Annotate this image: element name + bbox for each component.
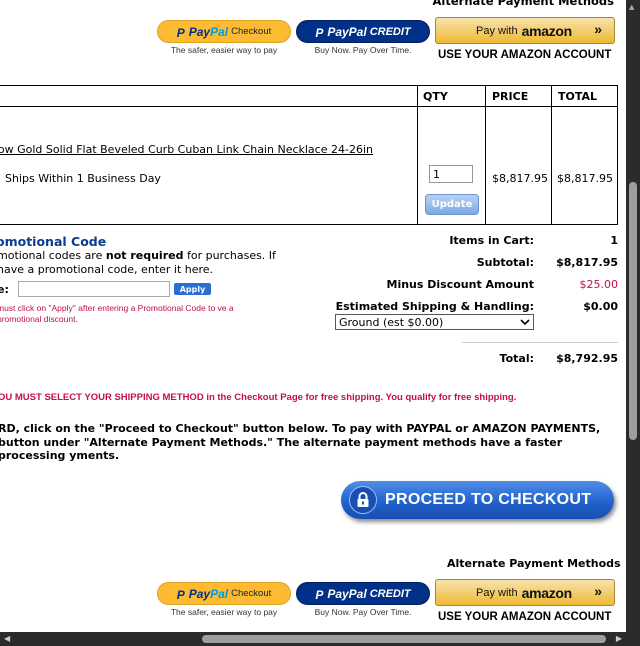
subtotal-label: Subtotal: bbox=[476, 256, 534, 269]
double-chevron-right-icon: » bbox=[594, 21, 602, 37]
amazon-pay-button[interactable]: Pay with amazon » bbox=[435, 17, 615, 44]
amazon-pay-prefix: Pay with bbox=[476, 24, 518, 37]
horizontal-scrollbar[interactable]: ◀ ▶ bbox=[0, 632, 626, 646]
discount-value: $25.00 bbox=[579, 278, 619, 291]
header-divider bbox=[0, 106, 617, 107]
paypal-checkout-label: Checkout bbox=[231, 26, 272, 37]
payment-row-top: P PayPal Checkout The safer, easier way … bbox=[0, 17, 626, 61]
paypal-p-icon: P bbox=[176, 587, 185, 602]
paypal-credit-brand: PayPal bbox=[327, 24, 367, 39]
paypal-brand: PayPal bbox=[188, 24, 229, 39]
paypal-brand: PayPal bbox=[188, 586, 229, 601]
amazon-logo: amazon bbox=[521, 584, 573, 601]
paypal-checkout-sub: The safer, easier way to pay bbox=[170, 607, 278, 617]
proceed-to-checkout-button[interactable]: PROCEED TO CHECKOUT bbox=[341, 481, 614, 519]
discount-label: Minus Discount Amount bbox=[386, 278, 535, 291]
shipping-time: Ships Within 1 Business Day bbox=[5, 172, 161, 185]
paypal-credit-sub: Buy Now. Pay Over Time. bbox=[314, 45, 412, 55]
page-viewport: Alternate Payment Methods P PayPal Check… bbox=[0, 0, 626, 632]
scroll-up-icon[interactable]: ▲ bbox=[629, 3, 634, 11]
amazon-pay-button[interactable]: Pay with amazon » bbox=[435, 579, 615, 606]
quantity-input[interactable] bbox=[429, 165, 473, 183]
paypal-credit-button[interactable]: P PayPal CREDIT bbox=[296, 582, 430, 605]
paypal-p-icon: P bbox=[315, 587, 324, 602]
chevron-down-icon bbox=[520, 315, 530, 332]
payment-row-bottom: P PayPal Checkout The safer, easier way … bbox=[0, 579, 626, 623]
double-chevron-right-icon: » bbox=[594, 583, 602, 599]
lock-icon bbox=[349, 486, 377, 514]
shipping-label: Estimated Shipping & Handling: bbox=[335, 300, 534, 313]
horizontal-scroll-thumb[interactable] bbox=[202, 635, 606, 643]
summary-divider bbox=[462, 342, 618, 343]
apply-button[interactable]: Apply bbox=[174, 283, 211, 295]
product-link[interactable]: ellow Gold Solid Flat Beveled Curb Cuban… bbox=[0, 143, 373, 156]
item-price: $8,817.95 bbox=[492, 172, 548, 185]
vertical-scrollbar[interactable]: ▲ bbox=[626, 0, 640, 632]
paypal-credit-sub: Buy Now. Pay Over Time. bbox=[314, 607, 412, 617]
paypal-checkout-button[interactable]: P PayPal Checkout bbox=[157, 20, 291, 43]
scrollbar-corner bbox=[626, 632, 640, 646]
checkout-instructions: RD, click on the "Proceed to Checkout" b… bbox=[0, 422, 601, 462]
shipping-value: $0.00 bbox=[583, 300, 618, 313]
paypal-checkout-button[interactable]: P PayPal Checkout bbox=[157, 582, 291, 605]
total-label: Total: bbox=[499, 352, 534, 365]
items-in-cart-label: Items in Cart: bbox=[449, 234, 534, 247]
paypal-p-icon: P bbox=[176, 25, 185, 40]
alt-payment-heading: Alternate Payment Methods bbox=[447, 557, 621, 570]
paypal-credit-brand: PayPal bbox=[327, 586, 367, 601]
paypal-p-icon: P bbox=[315, 25, 324, 40]
amazon-logo: amazon bbox=[521, 22, 573, 39]
paypal-checkout-label: Checkout bbox=[231, 588, 272, 599]
promo-title: omotional Code bbox=[0, 234, 107, 249]
free-shipping-notice: OU MUST SELECT YOUR SHIPPING METHOD in t… bbox=[0, 392, 517, 403]
promo-code-label: e: bbox=[0, 283, 9, 296]
amazon-pay-prefix: Pay with bbox=[476, 586, 518, 599]
promo-code-input[interactable] bbox=[18, 281, 170, 297]
price-header: PRICE bbox=[492, 90, 529, 103]
total-header: TOTAL bbox=[558, 90, 598, 103]
checkout-label: PROCEED TO CHECKOUT bbox=[385, 491, 592, 508]
paypal-checkout-sub: The safer, easier way to pay bbox=[170, 45, 278, 55]
vertical-scroll-thumb[interactable] bbox=[629, 182, 637, 440]
paypal-credit-button[interactable]: P PayPal CREDIT bbox=[296, 20, 430, 43]
qty-header: QTY bbox=[423, 90, 448, 103]
items-in-cart-value: 1 bbox=[610, 234, 618, 247]
shipping-option: Ground (est $0.00) bbox=[339, 315, 444, 329]
scroll-left-icon[interactable]: ◀ bbox=[4, 634, 10, 643]
shipping-method-select[interactable]: Ground (est $0.00) bbox=[335, 314, 534, 330]
total-value: $8,792.95 bbox=[556, 352, 618, 365]
amazon-account-sub: USE YOUR AMAZON ACCOUNT bbox=[438, 49, 612, 61]
paypal-credit-label: CREDIT bbox=[369, 25, 411, 38]
scroll-right-icon[interactable]: ▶ bbox=[616, 634, 622, 643]
paypal-credit-label: CREDIT bbox=[369, 587, 411, 600]
promo-note: must click on "Apply" after entering a P… bbox=[0, 303, 234, 324]
update-button[interactable]: Update bbox=[425, 194, 479, 215]
promo-text: motional codes are not required for purc… bbox=[0, 249, 276, 276]
alt-payment-heading-top: Alternate Payment Methods bbox=[432, 0, 614, 8]
subtotal-value: $8,817.95 bbox=[556, 256, 618, 269]
item-total: $8,817.95 bbox=[557, 172, 613, 185]
amazon-account-sub: USE YOUR AMAZON ACCOUNT bbox=[438, 611, 612, 623]
cart-table: QTY PRICE TOTAL ellow Gold Solid Flat Be… bbox=[0, 85, 618, 225]
